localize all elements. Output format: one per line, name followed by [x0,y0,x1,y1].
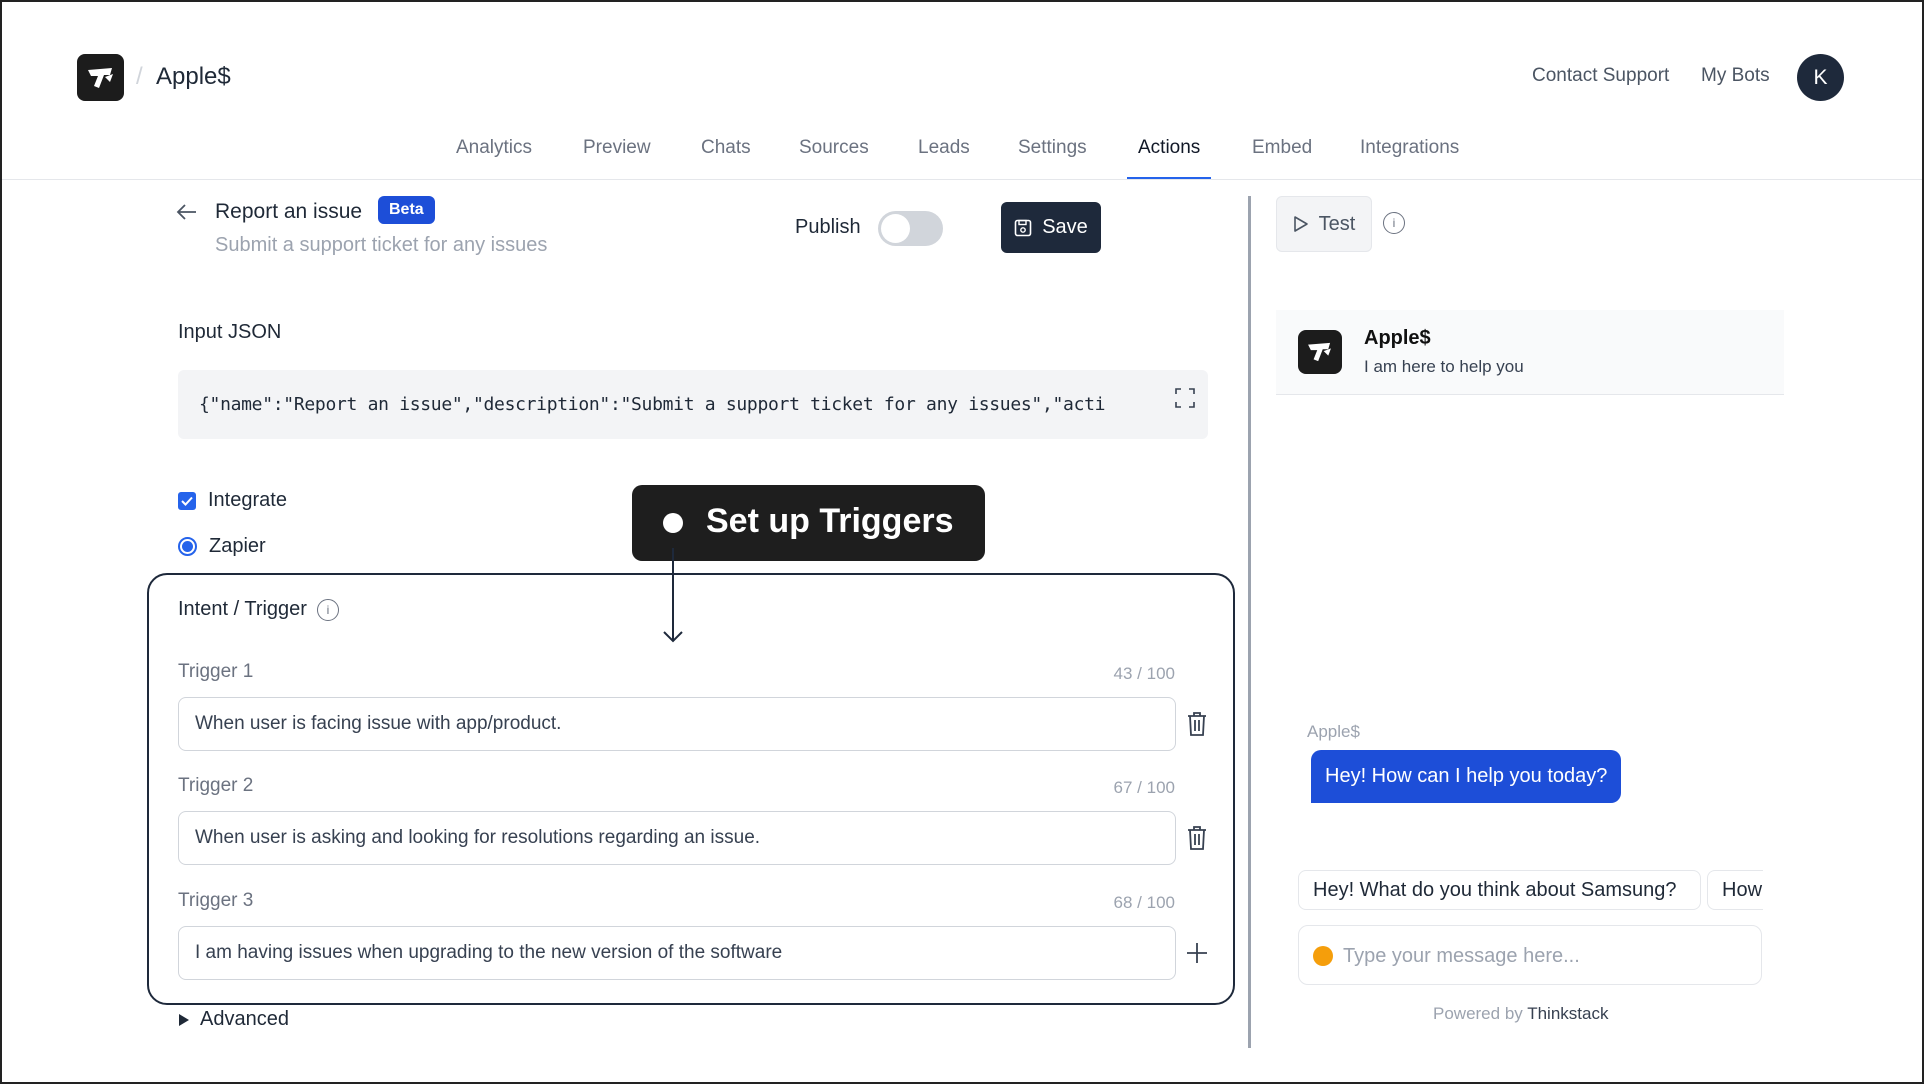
action-description: Submit a support ticket for any issues [215,234,548,256]
message-sender: Apple$ [1307,722,1360,741]
publish-toggle[interactable] [878,211,943,246]
intent-trigger-label: Intent / Trigger [178,598,307,620]
test-button[interactable]: Test [1276,196,1372,252]
nav-tabs: Analytics Preview Chats Sources Leads Se… [0,136,1924,180]
contact-support-link[interactable]: Contact Support [1532,65,1669,87]
my-bots-link[interactable]: My Bots [1701,65,1770,87]
input-json-field[interactable]: {"name":"Report an issue","description":… [178,370,1208,439]
beta-badge: Beta [378,196,435,224]
tab-chats[interactable]: Chats [690,136,762,179]
tab-leads[interactable]: Leads [907,136,981,179]
chat-bot-name: Apple$ [1364,327,1431,349]
powered-brand-link[interactable]: Thinkstack [1527,1004,1608,1023]
expand-icon[interactable] [1174,387,1196,409]
tab-integrations[interactable]: Integrations [1349,136,1470,179]
logo-icon[interactable] [77,54,124,101]
tab-actions[interactable]: Actions [1127,136,1212,179]
tab-analytics[interactable]: Analytics [445,136,543,179]
advanced-toggle[interactable]: Advanced [178,1008,289,1031]
trash-icon[interactable] [1185,711,1209,737]
zapier-label: Zapier [209,535,266,557]
integrate-checkbox-row[interactable]: Integrate [178,489,287,512]
suggestion-chip[interactable]: How [1707,870,1763,910]
bot-logo-icon [1298,330,1342,374]
action-title: Report an issue [215,200,363,223]
integrate-label: Integrate [208,489,287,511]
bot-name-breadcrumb[interactable]: Apple$ [156,63,231,91]
input-json-value: {"name":"Report an issue","description":… [199,394,1106,415]
emoji-icon[interactable] [1313,946,1333,966]
chat-header: Apple$ I am here to help you [1276,310,1784,395]
trigger-2-input[interactable] [178,811,1176,865]
panel-divider[interactable] [1248,196,1251,1048]
play-icon [1293,216,1308,232]
bot-message: Hey! How can I help you today? [1311,750,1622,803]
tab-sources[interactable]: Sources [788,136,880,179]
tab-preview[interactable]: Preview [572,136,662,179]
powered-by: Powered by Thinkstack [1433,1004,1609,1023]
save-button[interactable]: Save [1001,202,1101,253]
chat-message-input[interactable] [1343,938,1743,974]
advanced-label: Advanced [200,1008,289,1030]
tooltip-arrow-icon [663,548,683,643]
test-info-icon[interactable]: i [1383,212,1405,234]
chat-bot-subtitle: I am here to help you [1364,357,1524,376]
trigger-3-count: 68 / 100 [1113,893,1175,912]
trigger-2-count: 67 / 100 [1113,778,1175,797]
suggestion-chip[interactable]: Hey! What do you think about Samsung? [1298,870,1701,910]
toggle-knob [881,214,910,243]
trigger-1-count: 43 / 100 [1113,664,1175,683]
chat-input-box [1298,925,1762,985]
intent-trigger-heading: Intent / Trigger i [178,598,339,621]
save-icon [1014,219,1032,236]
trigger-3-label: Trigger 3 [178,890,254,911]
trash-icon[interactable] [1185,825,1209,851]
info-icon[interactable]: i [316,598,339,621]
tooltip-text: Set up Triggers [706,502,954,540]
plus-icon[interactable] [1185,940,1209,966]
zapier-radio[interactable] [178,537,197,556]
publish-label: Publish [795,216,861,238]
user-avatar[interactable]: K [1797,54,1844,101]
breadcrumb-separator: / [136,63,143,90]
zapier-radio-row[interactable]: Zapier [178,535,266,558]
trigger-1-input[interactable] [178,697,1176,751]
test-label: Test [1318,212,1356,235]
back-arrow-icon[interactable] [175,200,199,224]
save-label: Save [1042,216,1088,238]
tooltip-bullet-icon [663,513,683,533]
tab-settings[interactable]: Settings [1007,136,1098,179]
input-json-label: Input JSON [178,321,282,343]
trigger-3-input[interactable] [178,926,1176,980]
caret-right-icon [179,1013,189,1026]
trigger-1-label: Trigger 1 [178,661,254,682]
tab-embed[interactable]: Embed [1241,136,1323,179]
integrate-checkbox[interactable] [178,491,196,510]
trigger-2-label: Trigger 2 [178,775,254,796]
